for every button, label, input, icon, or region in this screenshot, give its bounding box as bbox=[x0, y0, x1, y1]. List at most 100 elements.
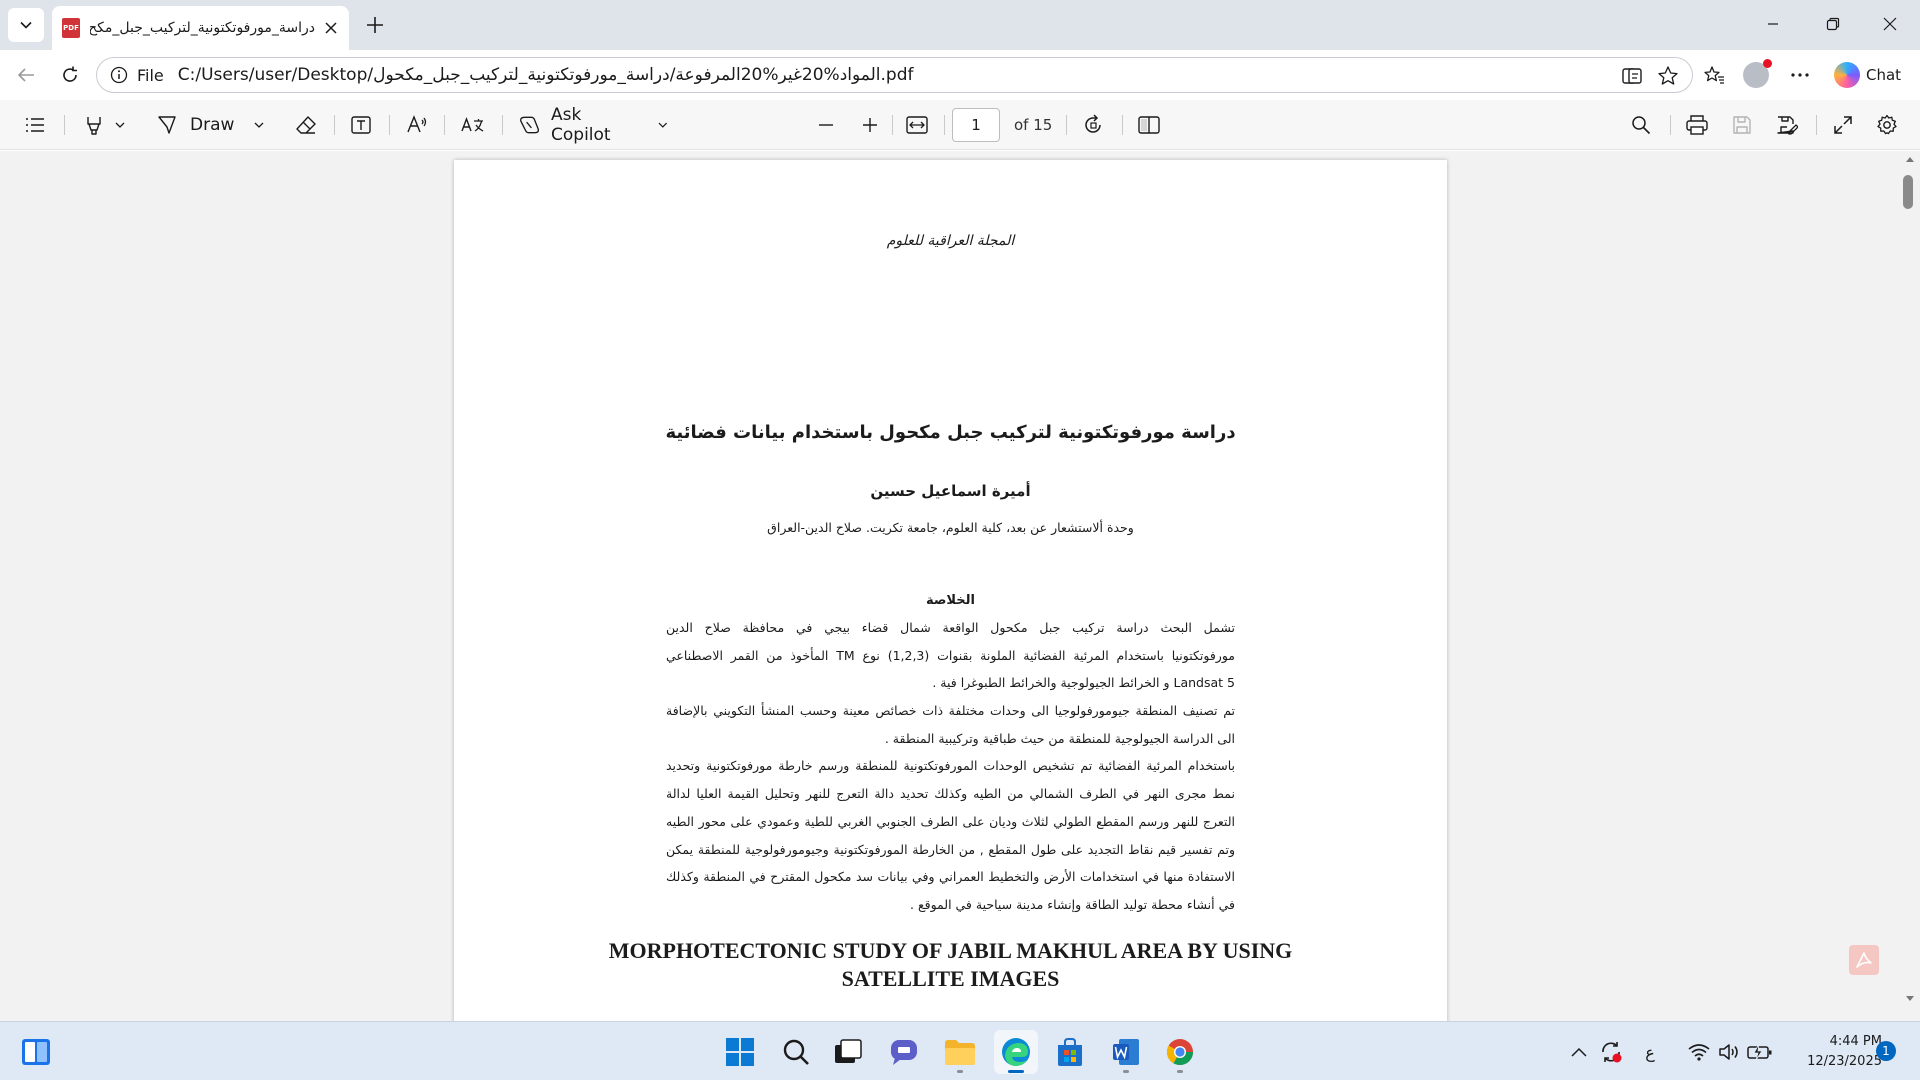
vertical-scrollbar[interactable] bbox=[1900, 151, 1920, 1021]
task-view-button[interactable] bbox=[826, 1030, 870, 1074]
fit-to-width-button[interactable] bbox=[902, 110, 932, 140]
close-window-button[interactable] bbox=[1860, 0, 1920, 48]
taskbar-search-button[interactable] bbox=[774, 1030, 818, 1074]
highlight-tool-button[interactable] bbox=[74, 110, 134, 140]
site-info-icon[interactable] bbox=[101, 66, 137, 84]
abstract-line: نمط مجرى النهر في الطرف الشمالي من الطيه… bbox=[666, 786, 1235, 802]
eraser-button[interactable] bbox=[291, 110, 321, 140]
avatar bbox=[1743, 59, 1772, 88]
more-options-icon[interactable] bbox=[1786, 62, 1814, 88]
refresh-button[interactable] bbox=[52, 58, 88, 92]
taskbar-clock[interactable]: 4:44 PM 12/23/2025 bbox=[1782, 1032, 1882, 1072]
read-aloud-icon bbox=[407, 115, 427, 133]
file-explorer-button[interactable] bbox=[938, 1030, 982, 1074]
battery-charging-icon bbox=[1747, 1043, 1772, 1061]
scroll-down-arrow-icon[interactable] bbox=[1905, 995, 1915, 1003]
translate-button[interactable] bbox=[458, 110, 488, 140]
scrollbar-thumb[interactable] bbox=[1903, 175, 1913, 209]
search-icon bbox=[783, 1039, 809, 1065]
start-button[interactable] bbox=[718, 1030, 762, 1074]
battery-button[interactable] bbox=[1746, 1040, 1774, 1064]
restore-button[interactable] bbox=[1803, 0, 1863, 48]
input-language-indicator[interactable]: ع bbox=[1640, 1040, 1660, 1064]
journal-header: المجلة العراقية للعلوم bbox=[886, 233, 1015, 249]
print-button[interactable] bbox=[1682, 110, 1712, 140]
text-box-icon bbox=[351, 116, 371, 134]
zoom-out-button[interactable] bbox=[811, 110, 841, 140]
chrome-browser-button[interactable] bbox=[1158, 1030, 1202, 1074]
teams-chat-button[interactable] bbox=[882, 1030, 926, 1074]
chevron-down-icon bbox=[115, 122, 125, 128]
microsoft-store-button[interactable] bbox=[1048, 1030, 1092, 1074]
read-aloud-button[interactable] bbox=[402, 110, 432, 140]
volume-button[interactable] bbox=[1716, 1040, 1742, 1064]
read-aloud-icon[interactable] bbox=[1620, 64, 1644, 88]
abstract-line: في أنشاء محطة توليد الطاقة وإنشاء مدينة … bbox=[910, 896, 1235, 912]
back-button[interactable] bbox=[8, 58, 44, 92]
ask-copilot-button[interactable]: Ask Copilot bbox=[518, 105, 668, 145]
pdf-settings-button[interactable] bbox=[1872, 110, 1902, 140]
draw-tool-button[interactable]: Draw bbox=[156, 110, 268, 140]
rotate-button[interactable] bbox=[1078, 110, 1108, 140]
word-app-button[interactable] bbox=[1104, 1030, 1148, 1074]
print-icon bbox=[1686, 115, 1708, 135]
sync-status-button[interactable] bbox=[1598, 1040, 1624, 1064]
scroll-up-arrow-icon[interactable] bbox=[1905, 155, 1915, 163]
browser-tab-active[interactable]: PDF دراسة_مورفوتكتونية_لتركيب_جبل_مكح bbox=[52, 6, 349, 50]
widgets-button[interactable] bbox=[14, 1030, 58, 1074]
chat-label: Chat bbox=[1866, 66, 1902, 84]
store-bag-icon bbox=[1058, 1038, 1082, 1066]
clock-time: 4:44 PM bbox=[1829, 1034, 1882, 1049]
full-screen-button[interactable] bbox=[1828, 110, 1858, 140]
minimize-button[interactable] bbox=[1743, 0, 1803, 48]
restore-icon bbox=[1826, 17, 1840, 31]
chrome-logo-icon bbox=[1166, 1039, 1194, 1066]
tab-actions-menu-button[interactable] bbox=[8, 8, 44, 42]
edge-browser-button[interactable] bbox=[994, 1030, 1038, 1074]
favorite-star-icon[interactable] bbox=[1656, 64, 1680, 88]
url-text[interactable]: C:/Users/user/Desktop/المواد%20غير%20الم… bbox=[178, 65, 914, 85]
abstract-line: التعرج للنهر ورسم المقطع الطولي لثلاث ود… bbox=[666, 813, 1235, 829]
pdf-viewer[interactable]: المجلة العراقية للعلوم دراسة مورفوتكتوني… bbox=[0, 151, 1920, 1030]
abstract-line: الاستفادة منها في استخدامات الأرض والتخط… bbox=[666, 869, 1235, 885]
page-number-input[interactable]: 1 bbox=[952, 108, 1000, 142]
show-hidden-icons-button[interactable] bbox=[1568, 1040, 1590, 1064]
abstract-line: تم تصنيف المنطقة جيومورفولوجيا الى وحدات… bbox=[666, 703, 1235, 719]
expand-icon bbox=[1834, 116, 1852, 134]
draw-pen-icon bbox=[158, 116, 176, 134]
page-total-label: of 15 bbox=[1014, 116, 1053, 134]
highlighter-icon bbox=[87, 117, 101, 135]
title-bar: PDF دراسة_مورفوتكتونية_لتركيب_جبل_مكح bbox=[0, 0, 1920, 50]
minimize-icon bbox=[1768, 23, 1778, 25]
search-button[interactable] bbox=[1626, 110, 1656, 140]
acrobat-button[interactable] bbox=[1849, 945, 1879, 975]
eraser-icon bbox=[296, 116, 316, 134]
wifi-button[interactable] bbox=[1686, 1040, 1712, 1064]
add-text-button[interactable] bbox=[346, 110, 376, 140]
abstract-line: تشمل البحث دراسة تركيب جبل مكحول الواقعة… bbox=[666, 620, 1235, 635]
abstract-line: الى الدراسة الجيولوجية للمنطقة من حيث طب… bbox=[884, 730, 1235, 746]
save-disk-icon bbox=[1733, 116, 1751, 134]
clock-date: 12/23/2025 bbox=[1807, 1054, 1882, 1069]
rotate-icon bbox=[1085, 114, 1101, 133]
folder-icon bbox=[945, 1040, 975, 1065]
ask-copilot-label: Ask Copilot bbox=[551, 105, 611, 145]
favorites-icon[interactable] bbox=[1700, 62, 1728, 88]
draw-label: Draw bbox=[190, 115, 235, 135]
chevron-up-icon bbox=[1571, 1047, 1587, 1057]
close-tab-button[interactable] bbox=[321, 18, 341, 38]
profile-avatar[interactable] bbox=[1742, 59, 1772, 88]
address-bar[interactable]: File C:/Users/user/Desktop/المواد%20غير%… bbox=[96, 57, 1693, 93]
page-view-button[interactable] bbox=[1134, 110, 1164, 140]
arrow-left-icon bbox=[17, 68, 34, 82]
wifi-icon bbox=[1688, 1044, 1710, 1061]
save-button[interactable] bbox=[1727, 110, 1757, 140]
contents-list-icon[interactable] bbox=[20, 110, 50, 140]
new-tab-button[interactable] bbox=[360, 10, 390, 40]
notification-badge[interactable]: 1 bbox=[1876, 1041, 1896, 1061]
copilot-chat-button[interactable]: Chat bbox=[1830, 58, 1914, 92]
taskbar: ع 4:44 PM 12/23/2025 1 bbox=[0, 1021, 1920, 1080]
acrobat-icon bbox=[1856, 952, 1872, 968]
zoom-in-button[interactable] bbox=[855, 110, 885, 140]
save-as-button[interactable] bbox=[1772, 110, 1802, 140]
